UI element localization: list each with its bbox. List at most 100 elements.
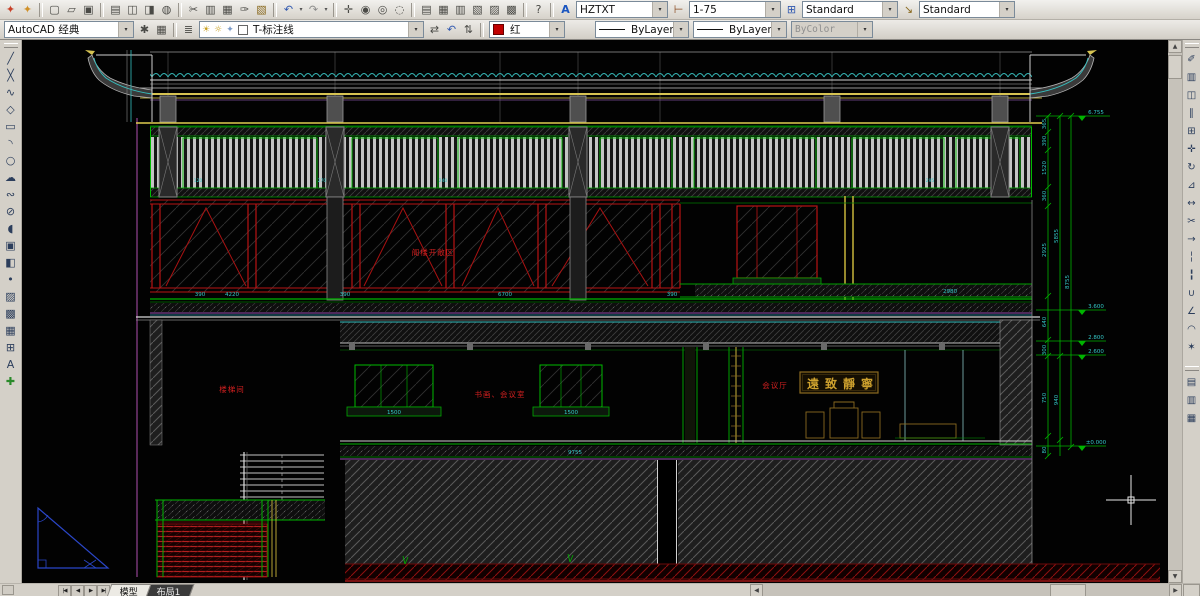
designcenter-icon[interactable]: ▦ (435, 2, 452, 18)
ellipse-icon[interactable]: ⊘ (2, 203, 20, 220)
ellipse-arc-icon[interactable]: ◖ (2, 220, 20, 237)
new-icon[interactable]: ▢ (46, 2, 63, 18)
chevron-down-icon[interactable]: ▾ (549, 22, 564, 37)
dim-style-combo[interactable]: 1-75 ▾ (689, 1, 781, 18)
sheet-set-manager-icon[interactable]: ▧ (469, 2, 486, 18)
make-block-icon[interactable]: ◧ (2, 254, 20, 271)
workspace-settings-icon[interactable]: ✱ (136, 22, 153, 38)
workspace-save-icon[interactable]: ▦ (153, 22, 170, 38)
vertical-scrollbar[interactable]: ▲ ▼ (1168, 40, 1182, 583)
rotate-icon[interactable]: ↻ (1184, 158, 1200, 176)
layer-combo[interactable]: ☀ ☼ ✦ T-标注线 ▾ (199, 21, 424, 38)
layer-states-icon[interactable]: ⇅ (460, 22, 477, 38)
plot-icon[interactable]: ▤ (107, 2, 124, 18)
horizontal-scrollbar[interactable]: ◀ ▶ (750, 584, 1182, 596)
chevron-down-icon[interactable]: ▾ (999, 2, 1014, 17)
drawing-canvas[interactable]: 阁楼开敞区 楼梯间 书画、会议室 会议厅 遠致靜寧 390 4220 390 6… (22, 40, 1168, 583)
undo-arrow-icon[interactable]: ▾ (297, 6, 305, 13)
plot-preview-icon[interactable]: ◫ (124, 2, 141, 18)
mirror-icon[interactable]: ◫ (1184, 86, 1200, 104)
text-style-combo[interactable]: HZTXT ▾ (576, 1, 668, 18)
move-icon[interactable]: ✛ (1184, 140, 1200, 158)
model-space[interactable]: 阁楼开敞区 楼梯间 书画、会议室 会议厅 遠致靜寧 390 4220 390 6… (22, 40, 1168, 583)
offset-icon[interactable]: ∥ (1184, 104, 1200, 122)
construction-line-icon[interactable]: ╳ (2, 67, 20, 84)
properties-palette-icon[interactable]: ▤ (418, 2, 435, 18)
layer-color-swatch[interactable] (238, 25, 248, 35)
revision-cloud-icon[interactable]: ☁ (2, 169, 20, 186)
extend-icon[interactable]: → (1184, 230, 1200, 248)
chevron-down-icon[interactable]: ▾ (882, 2, 897, 17)
gradient-icon[interactable]: ▩ (2, 305, 20, 322)
undo-icon[interactable]: ↶ (280, 2, 297, 18)
styles-icon[interactable]: A (557, 2, 574, 18)
export-dwf-icon[interactable]: ◍ (158, 2, 175, 18)
scroll-right-icon[interactable]: ▶ (1169, 584, 1182, 596)
tool-palettes-icon[interactable]: ▥ (452, 2, 469, 18)
bring-above-icon[interactable]: ▦ (1184, 409, 1200, 427)
scroll-left-icon[interactable]: ◀ (750, 584, 763, 596)
fillet-icon[interactable]: ◠ (1184, 320, 1200, 338)
next-layout-icon[interactable]: ▶ (84, 585, 97, 596)
cut-icon[interactable]: ✂ (185, 2, 202, 18)
polyline-icon[interactable]: ∿ (2, 84, 20, 101)
first-layout-icon[interactable]: |◀ (58, 585, 71, 596)
dim-style-icon[interactable]: ⊢ (670, 2, 687, 18)
lock-icon[interactable]: ✦ (224, 25, 236, 35)
bulb-icon[interactable]: ☀ (200, 25, 212, 35)
region-icon[interactable]: ▦ (2, 322, 20, 339)
help-icon[interactable]: ? (530, 2, 547, 18)
chevron-down-icon[interactable]: ▾ (771, 22, 786, 37)
table-style-combo[interactable]: Standard ▾ (802, 1, 898, 18)
vertical-scroll-thumb[interactable] (1168, 55, 1182, 79)
match-properties-icon[interactable]: ✑ (236, 2, 253, 18)
redo-arrow-icon[interactable]: ▾ (322, 6, 330, 13)
table-style-icon[interactable]: ⊞ (783, 2, 800, 18)
toolbar-grip[interactable] (1185, 366, 1199, 371)
array-icon[interactable]: ⊞ (1184, 122, 1200, 140)
arc-icon[interactable]: ◝ (2, 135, 20, 152)
chevron-down-icon[interactable]: ▾ (765, 2, 780, 17)
zoom-realtime-icon[interactable]: ◉ (357, 2, 374, 18)
chevron-down-icon[interactable]: ▾ (673, 22, 688, 37)
zoom-previous-icon[interactable]: ◌ (391, 2, 408, 18)
zoom-window-icon[interactable]: ◎ (374, 2, 391, 18)
mleader-style-combo[interactable]: Standard ▾ (919, 1, 1015, 18)
scroll-up-icon[interactable]: ▲ (1168, 40, 1182, 53)
trim-icon[interactable]: ✂ (1184, 212, 1200, 230)
tab-layout1[interactable]: 布局1 (144, 584, 194, 596)
workspace-combo[interactable]: AutoCAD 经典 ▾ (4, 21, 134, 38)
horizontal-scroll-thumb[interactable] (1050, 584, 1086, 596)
linetype-combo[interactable]: ByLayer ▾ (595, 21, 689, 38)
open-icon[interactable]: ▱ (63, 2, 80, 18)
stretch-icon[interactable]: ↔ (1184, 194, 1200, 212)
layer-properties-icon[interactable]: ≣ (180, 22, 197, 38)
point-icon[interactable]: • (2, 271, 20, 288)
send-to-back-icon[interactable]: ▥ (1184, 391, 1200, 409)
multiline-text-icon[interactable]: A (2, 356, 20, 373)
lineweight-combo[interactable]: ByLayer ▾ (693, 21, 787, 38)
publish-icon[interactable]: ◨ (141, 2, 158, 18)
prev-layout-icon[interactable]: ◀ (71, 585, 84, 596)
copy-clip-icon[interactable]: ▥ (202, 2, 219, 18)
erase-icon[interactable]: ✐ (1184, 50, 1200, 68)
modify-ii-icon[interactable]: ✚ (2, 373, 20, 390)
tab-bar-grip[interactable] (2, 585, 14, 595)
break-icon[interactable]: ╏ (1184, 266, 1200, 284)
scale-icon[interactable]: ⊿ (1184, 176, 1200, 194)
chamfer-icon[interactable]: ∠ (1184, 302, 1200, 320)
scroll-down-icon[interactable]: ▼ (1168, 570, 1182, 583)
paste-icon[interactable]: ▦ (219, 2, 236, 18)
chevron-down-icon[interactable]: ▾ (408, 22, 423, 37)
chevron-down-icon[interactable]: ▾ (652, 2, 667, 17)
chevron-down-icon[interactable]: ▾ (118, 22, 133, 37)
quickcalc-icon[interactable]: ▩ (503, 2, 520, 18)
block-editor-icon[interactable]: ▧ (253, 2, 270, 18)
copy-icon[interactable]: ▥ (1184, 68, 1200, 86)
hatch-icon[interactable]: ▨ (2, 288, 20, 305)
table-icon[interactable]: ⊞ (2, 339, 20, 356)
redo-icon[interactable]: ↷ (305, 2, 322, 18)
make-object-layer-current-icon[interactable]: ⇄ (426, 22, 443, 38)
explode-icon[interactable]: ✶ (1184, 338, 1200, 356)
toolbar-grip[interactable] (1185, 43, 1199, 48)
